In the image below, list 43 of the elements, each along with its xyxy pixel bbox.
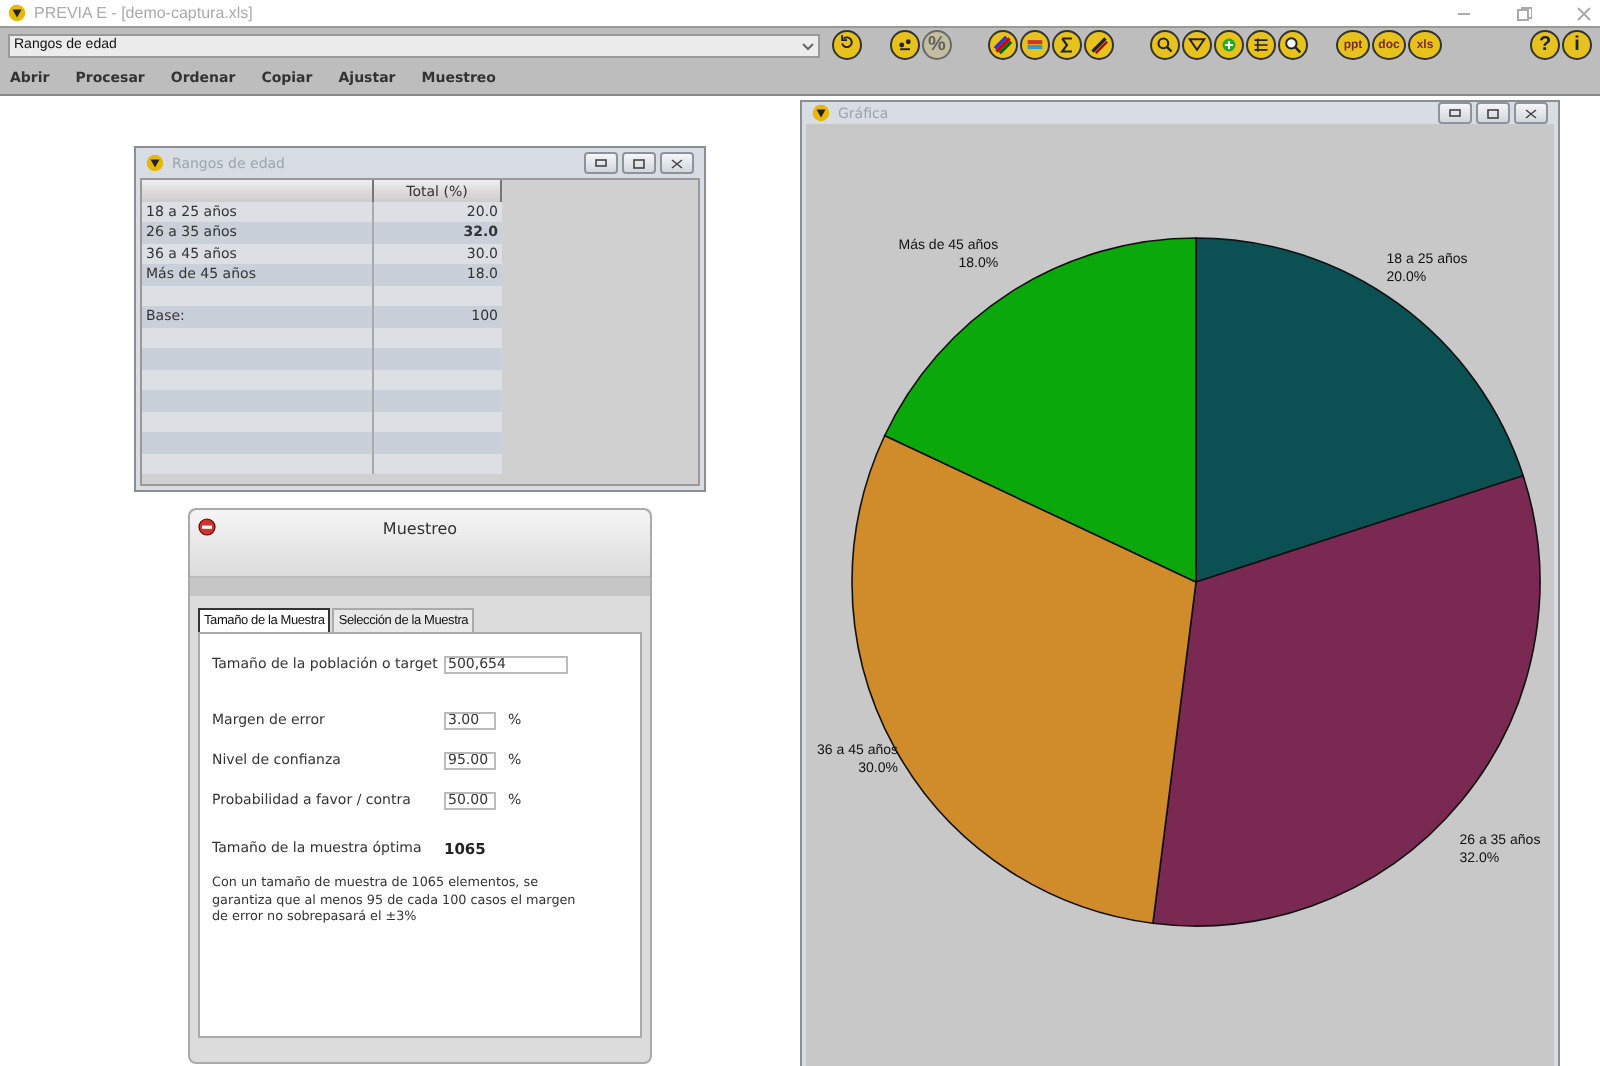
maximize-button[interactable]	[1476, 102, 1510, 124]
table-cell	[374, 369, 502, 390]
zoom-icon	[1280, 32, 1306, 58]
minimize-button[interactable]	[1438, 102, 1472, 124]
filter-button[interactable]	[1182, 30, 1212, 60]
add-button[interactable]	[1214, 30, 1244, 60]
table-cell	[374, 432, 502, 453]
zoom-button[interactable]	[1278, 30, 1308, 60]
maximize-button[interactable]	[622, 152, 656, 174]
maximize-icon	[632, 157, 646, 169]
window-title: PREVIA E - [demo-captura.xls]	[34, 4, 253, 22]
table-cell	[374, 453, 502, 474]
table-cell	[374, 390, 502, 411]
bars-button[interactable]	[1020, 30, 1050, 60]
sigma-button[interactable]	[1052, 30, 1082, 60]
close-button[interactable]	[660, 152, 694, 174]
colors-button[interactable]	[988, 30, 1018, 60]
info-button[interactable]: i	[1562, 30, 1592, 60]
refresh-button[interactable]	[832, 30, 862, 60]
colors-icon	[990, 32, 1016, 58]
close-icon	[670, 157, 684, 169]
table-cell	[374, 327, 502, 348]
window-title: Muestreo	[382, 520, 458, 538]
app-logo-icon	[8, 4, 26, 22]
maximize-icon	[1486, 107, 1500, 119]
decimals-button[interactable]	[890, 30, 920, 60]
help-button[interactable]: ?	[1530, 30, 1560, 60]
list-button[interactable]	[1246, 30, 1276, 60]
minimize-button[interactable]	[584, 152, 618, 174]
close-button[interactable]	[1514, 102, 1548, 124]
minimize-icon	[1448, 108, 1462, 118]
app-logo-icon	[146, 154, 164, 172]
close-icon[interactable]	[198, 518, 216, 536]
table-cell	[374, 348, 502, 369]
table-cell	[374, 285, 502, 306]
table-cell	[374, 411, 502, 432]
minimize-icon	[594, 158, 608, 168]
stripes-button[interactable]	[1084, 30, 1114, 60]
app-logo-icon	[812, 104, 830, 122]
search-button[interactable]	[1150, 30, 1180, 60]
close-icon	[1524, 107, 1538, 119]
stripes-icon	[1086, 32, 1112, 58]
search-icon	[1152, 32, 1178, 58]
